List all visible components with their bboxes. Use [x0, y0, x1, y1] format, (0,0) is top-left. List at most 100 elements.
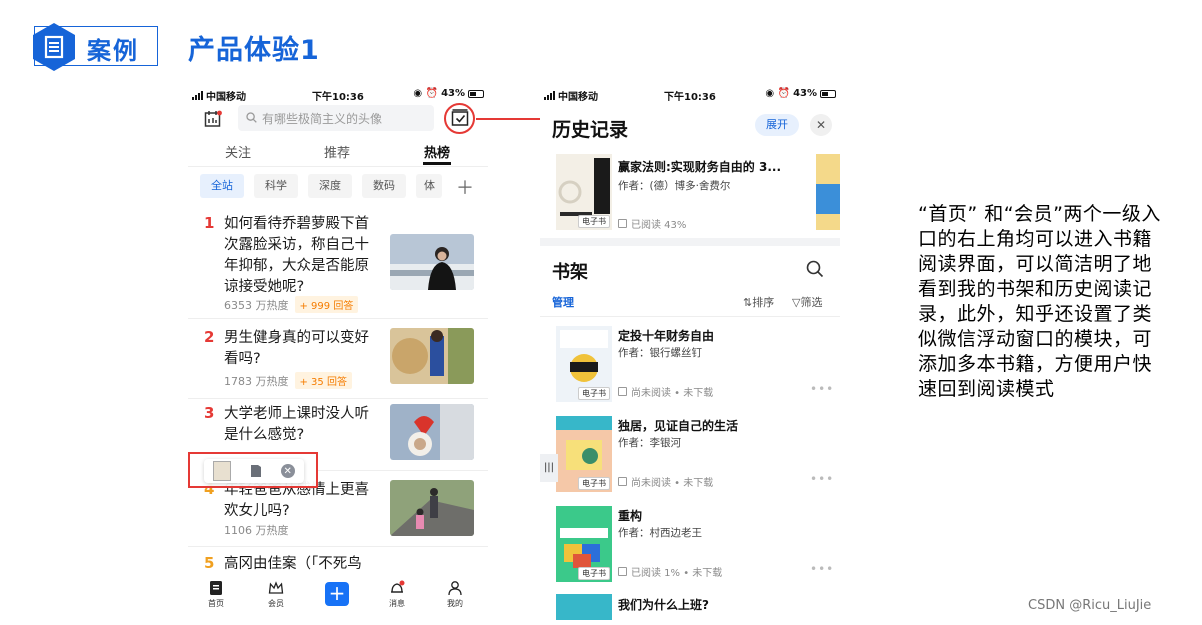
rank-number: 1	[204, 214, 215, 232]
divider	[540, 316, 840, 317]
bookshelf-title: 书架	[552, 262, 588, 283]
hot-list-item[interactable]: 2 男生健身真的可以变好看吗? 1783 万热度 + 35 回答	[188, 328, 488, 394]
hot-item-meta: 1783 万热度 + 35 回答	[224, 372, 352, 389]
book-status: 尚未阅读 • 未下载	[618, 384, 713, 399]
search-icon[interactable]	[806, 260, 824, 278]
hot-item-image	[390, 480, 474, 536]
chip-sports[interactable]: 体育	[416, 174, 442, 198]
floating-window[interactable]: ✕	[204, 459, 304, 483]
book-cover[interactable]: 电子书	[556, 416, 612, 492]
document-icon	[33, 23, 75, 71]
calendar-icon[interactable]	[204, 110, 222, 128]
book-cover-partial[interactable]	[816, 154, 840, 230]
close-button[interactable]: ✕	[810, 114, 832, 136]
case-tag: 案例	[33, 23, 158, 71]
hot-item-meta: 6353 万热度 + 999 回答	[224, 296, 359, 313]
book-author: 作者：银行螺丝钉	[618, 347, 702, 359]
bottom-nav: 首页 会员 + 消息 我的	[188, 576, 488, 620]
bell-icon	[391, 580, 405, 593]
nav-home[interactable]: 首页	[196, 580, 236, 609]
rank-number: 3	[204, 404, 215, 422]
book-title[interactable]: 赢家法则:实现财务自由的 3...	[618, 158, 781, 175]
close-icon[interactable]: ✕	[280, 464, 295, 478]
book-title[interactable]: 重构	[618, 507, 642, 524]
crown-icon	[268, 581, 284, 594]
home-icon	[210, 581, 222, 595]
add-category-icon[interactable]: ＋	[456, 174, 474, 200]
active-tab-indicator	[423, 162, 451, 165]
more-icon[interactable]: •••	[810, 562, 834, 576]
divider	[188, 398, 488, 399]
search-icon	[246, 112, 257, 123]
phone-home-screen: 中国移动 下午10:36 ◉ ⏰ 43% 有哪些极简主义的头像 关注 推荐 热榜 …	[188, 82, 488, 620]
signal-icon	[192, 91, 203, 100]
sort-button[interactable]: ⇅排序	[743, 294, 774, 310]
book-cover[interactable]: 电子书	[556, 506, 612, 582]
divider	[188, 166, 488, 167]
chip-digital[interactable]: 数码	[362, 174, 406, 198]
status-time: 下午10:36	[664, 92, 716, 103]
book-cover[interactable]: 电子书	[556, 326, 612, 402]
chip-depth[interactable]: 深度	[308, 174, 352, 198]
hot-list-item[interactable]: 5 高冈由佳案（「不死鸟	[188, 554, 488, 576]
rank-number: 2	[204, 328, 215, 346]
book-status: 已阅读 1% • 未下载	[618, 564, 722, 579]
book-cover[interactable]	[556, 594, 612, 620]
book-author: 作者：李银河	[618, 437, 681, 449]
more-icon[interactable]: •••	[810, 472, 834, 486]
more-icon[interactable]: •••	[810, 382, 834, 396]
nav-member[interactable]: 会员	[256, 580, 296, 609]
drawer-handle[interactable]: |||	[540, 454, 558, 482]
hot-item-image	[390, 404, 474, 460]
category-chips: 全站 科学 深度 数码 体育	[200, 174, 442, 198]
book-title[interactable]: 定投十年财务自由	[618, 327, 714, 344]
slide-title: 产品体验1	[188, 35, 320, 66]
rank-number: 5	[204, 554, 215, 572]
manage-button[interactable]: 管理	[552, 294, 574, 310]
hot-item-image	[390, 328, 474, 384]
expand-button[interactable]: 展开	[755, 114, 799, 136]
battery-icon	[820, 89, 836, 98]
floating-window-highlight: ✕	[188, 452, 318, 488]
tab-follow[interactable]: 关注	[225, 142, 251, 161]
hot-item-meta: 1106 万热度	[224, 524, 289, 537]
person-icon	[448, 581, 462, 596]
book-status: 尚未阅读 • 未下载	[618, 474, 713, 489]
nav-profile[interactable]: 我的	[435, 580, 475, 609]
hot-list-item[interactable]: 1 如何看待乔碧萝殿下首次露脸采访，称自己十年抑郁，大众是否能原谅接受她呢? 6…	[188, 214, 488, 314]
top-tabs: 关注 推荐 热榜	[188, 142, 488, 166]
hot-item-title: 男生健身真的可以变好看吗?	[224, 330, 369, 367]
status-time: 下午10:36	[312, 92, 364, 103]
book-author: 作者：(德）博多·舍费尔	[618, 180, 731, 192]
phone-reading-screen: 中国移动 下午10:36 ◉ ⏰ 43% 历史记录 展开 ✕ 电子书 赢家法则:实…	[540, 82, 840, 620]
book-title[interactable]: 我们为什么上班?	[618, 596, 709, 613]
hot-list-item[interactable]: 4 年轻爸爸从感情上更喜欢女儿吗? 1106 万热度	[188, 480, 488, 550]
description-text: “首页” 和“会员”两个一级入口的右上角均可以进入书籍阅读界面，可以简洁明了地看…	[918, 203, 1161, 400]
hot-item-title: 大学老师上课时没人听是什么感觉?	[224, 406, 369, 443]
book-cover[interactable]: 电子书	[556, 154, 612, 230]
floating-book-cover[interactable]	[213, 461, 232, 481]
hot-item-title: 高冈由佳案（「不死鸟	[224, 556, 362, 572]
book-icon[interactable]	[250, 464, 262, 478]
chip-all[interactable]: 全站	[200, 174, 244, 198]
battery-icon	[468, 89, 484, 98]
divider	[188, 546, 488, 547]
chip-science[interactable]: 科学	[254, 174, 298, 198]
tab-recommend[interactable]: 推荐	[324, 142, 350, 161]
status-bar: 中国移动 下午10:36 ◉ ⏰ 43%	[540, 86, 840, 104]
add-button[interactable]: +	[325, 582, 349, 606]
nav-messages[interactable]: 消息	[377, 580, 417, 609]
book-author: 作者：村西边老王	[618, 527, 702, 539]
case-label: 案例	[87, 37, 139, 65]
tab-hot[interactable]: 热榜	[424, 142, 450, 161]
book-status: 已阅读 43%	[618, 216, 686, 231]
filter-button[interactable]: ▽筛选	[792, 294, 822, 310]
book-title[interactable]: 独居，见证自己的生活	[618, 417, 738, 434]
status-bar: 中国移动 下午10:36 ◉ ⏰ 43%	[188, 86, 488, 104]
highlight-circle	[444, 103, 475, 134]
hot-item-title: 如何看待乔碧萝殿下首次露脸采访，称自己十年抑郁，大众是否能原谅接受她呢?	[224, 216, 369, 295]
watermark: CSDN @Ricu_LiuJie	[1028, 598, 1152, 613]
search-input[interactable]: 有哪些极简主义的头像	[238, 105, 434, 131]
divider	[188, 318, 488, 319]
signal-icon	[544, 91, 555, 100]
